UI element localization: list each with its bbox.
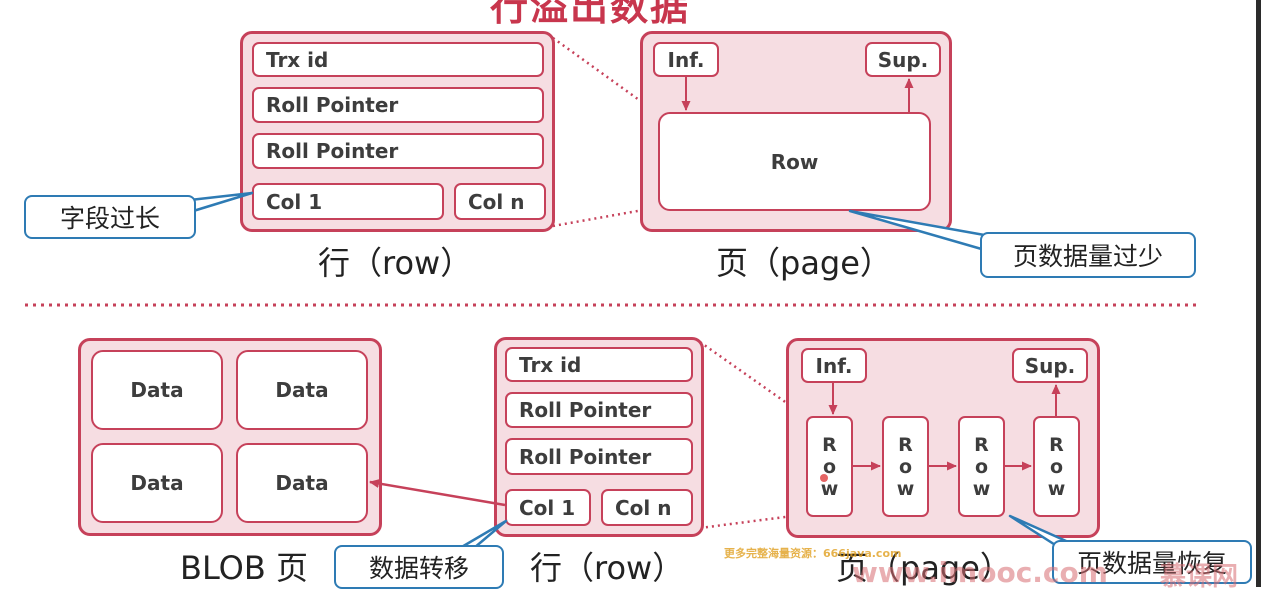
watermark-logo: 慕课网 xyxy=(1160,562,1239,592)
callout-data-transfer: 数据转移 xyxy=(334,545,504,589)
callout-tail-top-left xyxy=(188,191,254,214)
callout-tail-top-right xyxy=(848,209,992,252)
callout-field-too-long: 字段过长 xyxy=(24,195,196,239)
callout-page-data-too-little: 页数据量过少 xyxy=(980,232,1196,278)
arrow-layer xyxy=(188,77,1077,550)
window-edge-bar xyxy=(1256,0,1261,587)
cursor-dot xyxy=(820,474,828,482)
watermark-site-url: www.imooc.com xyxy=(852,556,1108,589)
data-transfer-arrow xyxy=(369,479,506,507)
callout-tail-bottom-left xyxy=(458,519,508,550)
